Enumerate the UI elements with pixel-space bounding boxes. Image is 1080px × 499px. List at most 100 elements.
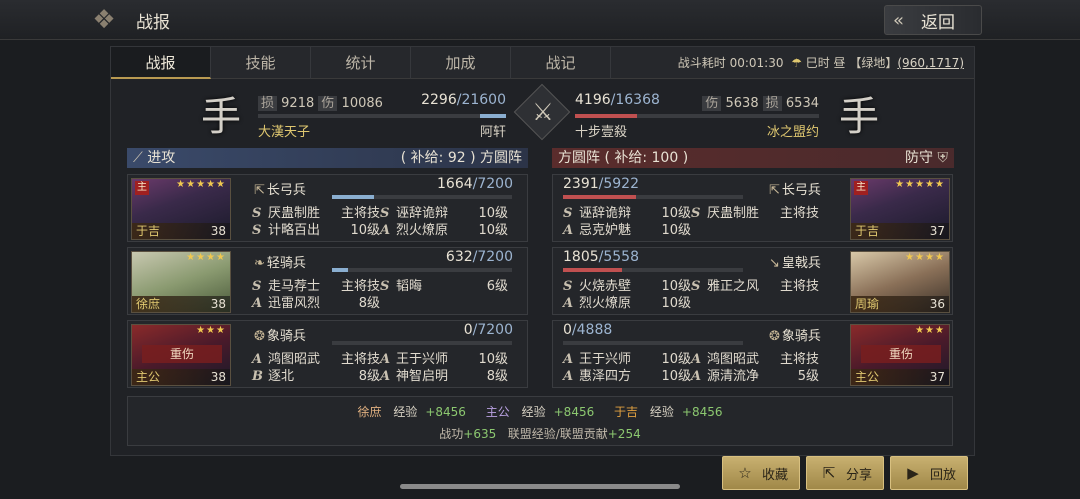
defender-unit-card[interactable]: 2391/5922 ⇱ 长弓兵 S 诬辞诡辩 10级 S 厌蛊制胜 主将技 A 忌克妒魅 10级主 ★★…	[552, 174, 953, 242]
skill-row: S 厌蛊制胜 主将技 S 诬辞诡辩 10级	[252, 205, 508, 222]
defender-unit-card[interactable]: 0/4888 ❂ 象骑兵 A 王于兴师 10级 A 鸿图昭武 主将技 A 惠泽四方 10级 A 源清流净 5…	[552, 320, 953, 388]
skill[interactable]: S 诬辞诡辩 10级	[563, 205, 691, 222]
troop-type-icon: ⇱	[769, 183, 780, 198]
right-hp: 4196/16368	[575, 92, 660, 108]
skill[interactable]: A 迅雷风烈 8级	[252, 295, 380, 312]
skill[interactable]: A 鸿图昭武 主将技	[252, 351, 380, 368]
battle-info: 战斗耗时 00:01:30 ☂ 巳时 昼 【绿地】(960,1717)	[678, 47, 964, 79]
skill-name: 王于兴师	[579, 352, 632, 367]
general-level: 38	[210, 370, 226, 384]
troop-count: 1805/5558	[563, 249, 639, 265]
skill-row: S 走马荐士 主将技 S 韬晦 6级	[252, 278, 508, 295]
general-level: 37	[929, 224, 945, 238]
defender-unit-card[interactable]: 1805/5558 ↘ 皇戟兵 S 火烧赤壁 10级 S 雅正之风 主将技 A 烈火燎原 10级 ★★★…	[552, 247, 953, 315]
tab-stats[interactable]: 统计	[311, 47, 411, 79]
skill-level: 主将技	[779, 352, 819, 367]
bonus-line: 战功+635 联盟经验/联盟贡献+254	[439, 427, 641, 441]
skill-grade: S	[563, 279, 573, 294]
favorite-button[interactable]: ☆ 收藏	[722, 456, 800, 490]
skill[interactable]: S 韬晦 6级	[380, 278, 508, 295]
skill-level: 主将技	[340, 279, 380, 294]
skill-name: 源清流净	[707, 369, 760, 384]
skill[interactable]: A 惠泽四方 10级	[563, 368, 691, 385]
weather: 巳时 昼	[805, 56, 846, 70]
coord-link[interactable]: (960,1717)	[897, 56, 964, 70]
skill[interactable]: S 厌蛊制胜 主将技	[691, 205, 819, 222]
skills: A 鸿图昭武 主将技 A 王于兴师 10级 B 逐北 8级 A 神智启明 8级	[252, 351, 508, 385]
skill-row: A 忌克妒魅 10级	[563, 222, 819, 239]
back-label: 返回	[921, 12, 955, 33]
skill[interactable]: S 计略百出 10级	[252, 222, 380, 239]
skill-name: 逐北	[268, 369, 295, 384]
skill[interactable]: A 王于兴师 10级	[380, 351, 508, 368]
skill-name: 烈火燎原	[396, 223, 449, 238]
tab-skills[interactable]: 技能	[211, 47, 311, 79]
skill[interactable]: A 王于兴师 10级	[563, 351, 691, 368]
skill-name: 计略百出	[268, 223, 321, 238]
skill-row: A 迅雷风烈 8级	[252, 295, 508, 312]
attacker-unit-card[interactable]: ★★★ 重伤 主公 38 ❂ 象骑兵 0/7200 A 鸿图昭武 主将技 A 王于兴师 10级 B 逐北 8级…	[127, 320, 528, 388]
general-portrait[interactable]: 主 ★★★★★ 于吉 37	[850, 178, 950, 240]
general-portrait[interactable]: 主 ★★★★★ 于吉 38	[131, 178, 231, 240]
replay-button[interactable]: ▶ 回放	[890, 456, 968, 490]
skill[interactable]: A 烈火燎原 10级	[563, 295, 691, 312]
left-damage: 10086	[341, 96, 383, 111]
right-damage: 5638	[725, 96, 759, 111]
skill[interactable]: A 源清流净 5级	[691, 368, 819, 385]
skill-grade: A	[380, 223, 391, 238]
skill-grade: A	[252, 352, 263, 367]
exp-item: 徐庶 经验 +8456	[357, 405, 466, 419]
general-portrait[interactable]: ★★★ 重伤 主公 38	[131, 324, 231, 386]
double-chevron-left-icon: «	[893, 9, 905, 31]
skills: A 王于兴师 10级 A 鸿图昭武 主将技 A 惠泽四方 10级 A 源清流净 5级	[563, 351, 819, 385]
tab-report[interactable]: 战报	[111, 47, 211, 79]
general-portrait[interactable]: ★★★★ 周瑜 36	[850, 251, 950, 313]
skill-name: 走马荐士	[268, 279, 321, 294]
skill[interactable]: S 走马荐士 主将技	[252, 278, 380, 295]
share-button[interactable]: ⇱ 分享	[806, 456, 884, 490]
tab-records[interactable]: 战记	[511, 47, 611, 79]
skill-level: 10级	[661, 369, 691, 384]
skill[interactable]: S 火烧赤壁 10级	[563, 278, 691, 295]
skill-name: 王于兴师	[396, 352, 449, 367]
general-portrait[interactable]: ★★★ 重伤 主公 37	[850, 324, 950, 386]
attacker-unit-card[interactable]: ★★★★ 徐庶 38 ❧ 轻骑兵 632/7200 S 走马荐士 主将技 S 韬晦 6级 A 迅雷风烈 8级	[127, 247, 528, 315]
skill-level: 主将技	[340, 352, 380, 367]
skills: S 厌蛊制胜 主将技 S 诬辞诡辩 10级 S 计略百出 10级 A 烈火燎原 10级	[252, 205, 508, 239]
general-name: 徐庶	[136, 297, 161, 311]
skill-row: S 诬辞诡辩 10级 S 厌蛊制胜 主将技	[563, 205, 819, 222]
right-flag-icon: 手	[839, 94, 879, 140]
defend-role: 防守 ⛨	[905, 150, 948, 166]
troop-type-icon: ⇱	[254, 183, 265, 198]
home-indicator[interactable]	[400, 484, 680, 489]
back-button[interactable]: « 返回	[884, 5, 982, 35]
skill-name: 鸿图昭武	[268, 352, 321, 367]
tab-bonus[interactable]: 加成	[411, 47, 511, 79]
skill[interactable]: A 忌克妒魅 10级	[563, 222, 691, 239]
skill-grade: S	[380, 206, 390, 221]
troop-bar	[332, 268, 512, 272]
skill-level: 6级	[486, 279, 508, 294]
skill-level: 10级	[661, 296, 691, 311]
skill-grade: S	[691, 279, 701, 294]
skill-grade: S	[691, 206, 701, 221]
attacker-unit-card[interactable]: 主 ★★★★★ 于吉 38 ⇱ 长弓兵 1664/7200 S 厌蛊制胜 主将技 S 诬辞诡辩 10级 S…	[127, 174, 528, 242]
share-icon: ⇱	[822, 464, 836, 482]
skill-name: 忌克妒魅	[579, 223, 632, 238]
skill-grade: B	[252, 369, 263, 384]
skill[interactable]: B 逐北 8级	[252, 368, 380, 385]
main-general-badge: 主	[854, 181, 868, 195]
skill[interactable]: A 鸿图昭武 主将技	[691, 351, 819, 368]
general-portrait[interactable]: ★★★★ 徐庶 38	[131, 251, 231, 313]
skill-name: 迅雷风烈	[268, 296, 321, 311]
attack-formation-bar: ⟋ 进攻 ( 补给: 92 ) 方圆阵	[127, 148, 528, 168]
skill[interactable]: S 诬辞诡辩 10级	[380, 205, 508, 222]
troop-type-icon: ❂	[769, 329, 780, 344]
skill[interactable]: S 厌蛊制胜 主将技	[252, 205, 380, 222]
skill[interactable]: A 烈火燎原 10级	[380, 222, 508, 239]
skill-grade: A	[563, 352, 574, 367]
skill[interactable]: A 神智启明 8级	[380, 368, 508, 385]
skill-row: S 火烧赤壁 10级 S 雅正之风 主将技	[563, 278, 819, 295]
duration-label: 战斗耗时	[677, 56, 726, 70]
skill[interactable]: S 雅正之风 主将技	[691, 278, 819, 295]
